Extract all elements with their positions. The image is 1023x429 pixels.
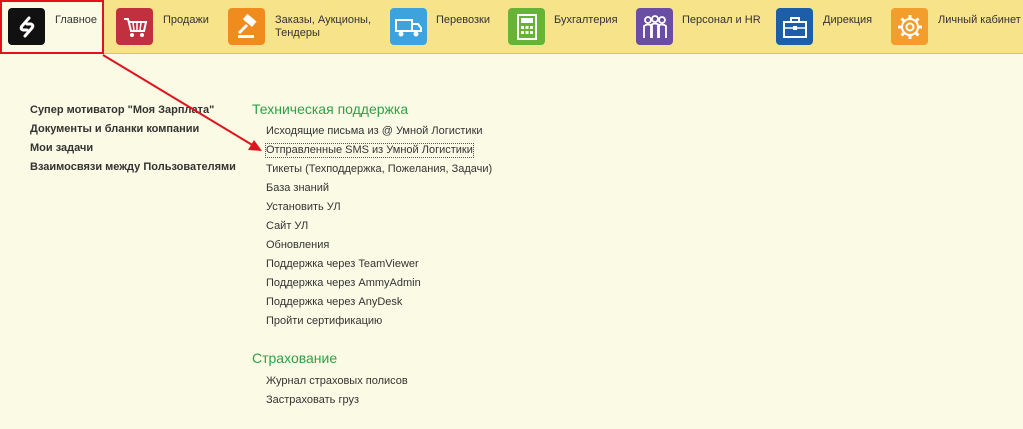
insurance-group-title: Страхование (252, 350, 338, 366)
section-label: Персонал и HR (682, 14, 761, 26)
command-item[interactable]: Сайт УЛ (266, 220, 492, 239)
section-label: Главное (55, 14, 98, 26)
annotation-arrow (102, 54, 262, 151)
favorite-item[interactable]: Супер мотиватор "Моя Зарплата" (30, 104, 236, 123)
calculator-icon (508, 8, 545, 45)
command-item[interactable]: База знаний (266, 182, 492, 201)
support-group-title: Техническая поддержка (252, 101, 409, 117)
favorites-list: Супер мотиватор "Моя Зарплата" Документы… (30, 104, 236, 180)
command-item[interactable]: Застраховать груз (266, 394, 408, 413)
gear-icon (891, 8, 928, 45)
section-main[interactable]: Главное (0, 0, 104, 53)
insurance-command-list: Журнал страховых полисов Застраховать гр… (266, 375, 408, 413)
section-cabinet[interactable]: Личный кабинет (886, 0, 1023, 53)
command-item[interactable]: Журнал страховых полисов (266, 375, 408, 394)
command-item[interactable]: Тикеты (Техподдержка, Пожелания, Задачи) (266, 163, 492, 182)
section-orders[interactable]: Заказы, Аукционы, Тендеры (216, 0, 388, 53)
command-item[interactable]: Установить УЛ (266, 201, 492, 220)
briefcase-icon (776, 8, 813, 45)
sections-panel: Главное Продажи Заказы, Аукционы, Тендер… (0, 0, 1023, 54)
command-item-sms-label[interactable]: Отправленные SMS из Умной Логистики (265, 143, 474, 158)
logo-icon (8, 8, 45, 45)
command-item[interactable]: Поддержка через AnyDesk (266, 296, 492, 315)
truck-icon (390, 8, 427, 45)
section-sales[interactable]: Продажи (104, 0, 216, 53)
section-label: Бухгалтерия (554, 14, 618, 26)
command-item[interactable]: Обновления (266, 239, 492, 258)
command-item[interactable]: Поддержка через TeamViewer (266, 258, 492, 277)
favorite-item[interactable]: Документы и бланки компании (30, 123, 236, 142)
command-item-sms: Отправленные SMS из Умной Логистики (265, 143, 492, 163)
section-label: Перевозки (436, 14, 490, 26)
gavel-icon (228, 8, 265, 45)
command-item[interactable]: Исходящие письма из @ Умной Логистики (266, 125, 492, 144)
command-item[interactable]: Пройти сертификацию (266, 315, 492, 334)
section-label: Дирекция (823, 14, 873, 26)
support-command-list: Исходящие письма из @ Умной Логистики От… (265, 125, 492, 334)
section-label: Заказы, Аукционы, Тендеры (275, 14, 371, 39)
favorite-item[interactable]: Мои задачи (30, 142, 236, 161)
section-label: Продажи (163, 14, 209, 26)
cart-icon (116, 8, 153, 45)
section-direction[interactable]: Дирекция (772, 0, 886, 53)
command-item[interactable]: Поддержка через AmmyAdmin (266, 277, 492, 296)
section-label: Личный кабинет (938, 14, 1021, 26)
section-hr[interactable]: Персонал и HR (631, 0, 772, 53)
section-transport[interactable]: Перевозки (388, 0, 503, 53)
favorite-item[interactable]: Взаимосвязи между Пользователями (30, 161, 236, 180)
people-icon (636, 8, 673, 45)
section-accounting[interactable]: Бухгалтерия (503, 0, 631, 53)
